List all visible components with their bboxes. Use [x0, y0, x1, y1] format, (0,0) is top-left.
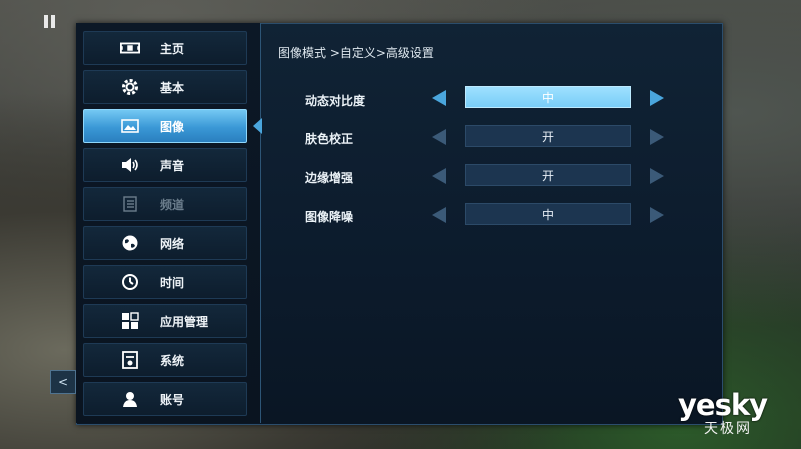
sidebar-item-label: 主页 [160, 41, 185, 56]
speaker-icon [120, 155, 140, 175]
sidebar-item-apps[interactable]: 应用管理 [83, 304, 247, 338]
watermark-main: yesky [678, 388, 768, 422]
watermark-logo: yesky 天极网 [678, 388, 786, 437]
sidebar-item-system[interactable]: 系统 [83, 343, 247, 377]
sidebar-item-label: 应用管理 [160, 314, 209, 329]
sidebar-item-label: 基本 [160, 80, 185, 95]
arrow-left-icon[interactable] [432, 207, 446, 223]
sidebar-item-label: 网络 [160, 236, 185, 251]
setting-label-skin-tone: 肤色校正 [305, 132, 354, 146]
sidebar-item-network[interactable]: 网络 [83, 226, 247, 260]
sidebar-item-sound[interactable]: 声音 [83, 148, 247, 182]
arrow-right-icon[interactable] [650, 207, 664, 223]
sidebar-item-label: 系统 [160, 353, 185, 368]
sidebar-item-label: 图像 [160, 119, 185, 134]
arrow-right-icon[interactable] [650, 168, 664, 184]
list-icon [120, 194, 140, 214]
sidebar-item-home[interactable]: 主页 [83, 31, 247, 65]
setting-label-edge-enhance: 边缘增强 [305, 171, 354, 185]
pause-icon [44, 15, 58, 29]
setting-value-noise-reduction[interactable]: 中 [465, 203, 631, 225]
active-item-pointer [253, 118, 262, 134]
sidebar-item-basic[interactable]: 基本 [83, 70, 247, 104]
picture-icon [120, 116, 140, 136]
breadcrumb: 图像模式 >自定义>高级设置 [278, 46, 434, 60]
arrow-right-icon[interactable] [650, 129, 664, 145]
arrow-right-icon[interactable] [650, 90, 664, 106]
sidebar-item-account[interactable]: 账号 [83, 382, 247, 416]
setting-value-skin-tone[interactable]: 开 [465, 125, 631, 147]
clock-icon [120, 272, 140, 292]
user-icon [120, 389, 140, 409]
sidebar-item-label: 频道 [160, 197, 185, 212]
sidebar-item-label: 声音 [160, 158, 185, 173]
home-icon [120, 38, 140, 58]
setting-label-noise-reduction: 图像降噪 [305, 210, 354, 224]
sidebar-item-time[interactable]: 时间 [83, 265, 247, 299]
system-icon [120, 350, 140, 370]
setting-value-dynamic-contrast[interactable]: 中 [465, 86, 631, 108]
gear-icon [120, 77, 140, 97]
sidebar-item-label: 时间 [160, 275, 185, 290]
sidebar-item-picture[interactable]: 图像 [83, 109, 247, 143]
arrow-left-icon[interactable] [432, 90, 446, 106]
setting-label-dynamic-contrast: 动态对比度 [305, 94, 366, 108]
setting-value-edge-enhance[interactable]: 开 [465, 164, 631, 186]
sidebar-item-label: 账号 [160, 392, 185, 407]
side-tab-back[interactable]: < [50, 370, 76, 394]
arrow-left-icon[interactable] [432, 168, 446, 184]
apps-icon [120, 311, 140, 331]
arrow-left-icon[interactable] [432, 129, 446, 145]
watermark-sub: 天极网 [704, 421, 752, 437]
globe-icon [120, 233, 140, 253]
sidebar-item-channel[interactable]: 频道 [83, 187, 247, 221]
